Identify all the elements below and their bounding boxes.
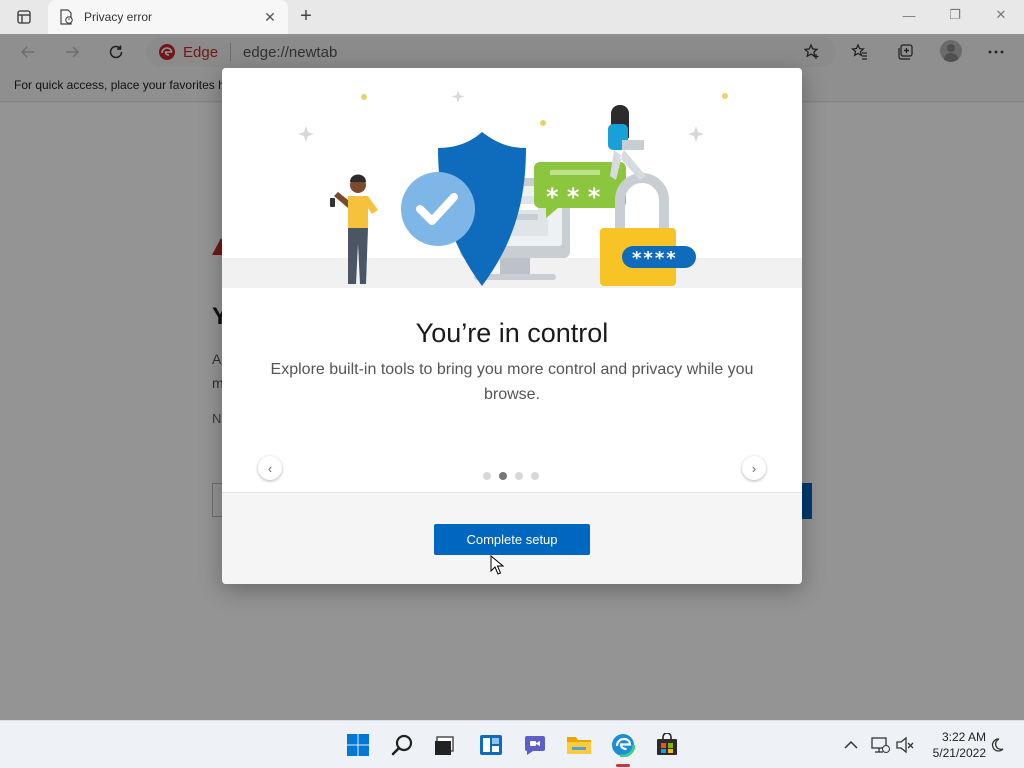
edge-active-indicator (616, 764, 630, 767)
privacy-illustration: * * * **** (222, 68, 802, 288)
widgets-icon[interactable] (475, 729, 507, 761)
tab-close-icon[interactable]: ✕ (258, 5, 282, 29)
system-clock[interactable]: 3:22 AM 5/21/2022 (920, 729, 986, 761)
chevron-right-icon: › (751, 460, 757, 476)
tab-actions-icon[interactable] (10, 6, 38, 28)
password-badge-text: **** (632, 248, 678, 269)
taskbar: 3:22 AM 5/21/2022 (0, 720, 1024, 768)
task-view-icon[interactable] (429, 729, 461, 761)
show-hidden-icons-icon[interactable] (840, 734, 862, 756)
edge-icon[interactable] (607, 729, 639, 761)
page-warning-icon (58, 9, 74, 25)
chat-password-text: * * * (546, 183, 601, 211)
volume-muted-icon[interactable] (894, 734, 916, 756)
dialog-description: Explore built-in tools to bring you more… (270, 361, 754, 403)
carousel-dot-active[interactable] (499, 472, 507, 480)
focus-assist-moon-icon[interactable] (986, 734, 1008, 756)
network-icon[interactable] (869, 734, 891, 756)
complete-setup-button[interactable]: Complete setup (434, 524, 590, 555)
chevron-left-icon: ‹ (267, 460, 273, 476)
new-tab-button[interactable]: + (294, 4, 318, 28)
clock-date: 5/21/2022 (932, 746, 986, 760)
minimize-button[interactable]: — (886, 0, 932, 30)
close-window-button[interactable]: ✕ (978, 0, 1024, 30)
carousel-pagination (483, 472, 539, 480)
file-explorer-icon[interactable] (563, 729, 595, 761)
tab-privacy-error[interactable]: Privacy error ✕ (48, 0, 288, 34)
setup-dialog: * * * **** You’re in control Explore bui… (222, 68, 802, 584)
carousel-dot[interactable] (483, 472, 491, 480)
carousel-dot[interactable] (531, 472, 539, 480)
dialog-footer: Complete setup (222, 492, 802, 584)
clock-time: 3:22 AM (941, 730, 986, 744)
search-icon[interactable] (387, 729, 419, 761)
carousel-dot[interactable] (515, 472, 523, 480)
start-icon[interactable] (342, 729, 374, 761)
next-slide-button[interactable]: › (742, 456, 766, 480)
dialog-title: You’re in control (415, 318, 609, 348)
chat-icon[interactable] (519, 729, 551, 761)
tab-title: Privacy error (84, 10, 153, 24)
previous-slide-button[interactable]: ‹ (258, 456, 282, 480)
mouse-cursor-icon (490, 555, 504, 575)
restore-button[interactable]: ❐ (932, 0, 978, 30)
store-icon[interactable] (651, 729, 683, 761)
title-bar: Privacy error ✕ + — ❐ ✕ (0, 0, 1024, 34)
